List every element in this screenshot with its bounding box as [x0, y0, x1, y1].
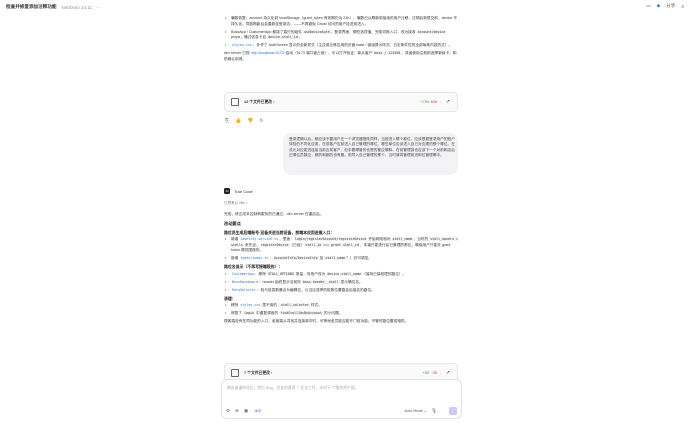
- list-item: 骗数恢复：account 持久化到 localStorage（grant_tok…: [224, 16, 460, 27]
- vscode-icon[interactable]: ◆: [657, 3, 661, 9]
- agent-name: Trae Code: [234, 188, 253, 194]
- mode-selector[interactable]: Auto Mode ⌄: [404, 408, 427, 413]
- list-item: 新增 types/index.ts：AccountInfo/DeviceInfo…: [224, 255, 460, 262]
- thumbs-down-icon[interactable]: 👎: [247, 118, 253, 124]
- lines-added: +55: [422, 371, 429, 375]
- message-actions: ⎘ 👍 👎 ↻: [225, 118, 264, 124]
- file-link[interactable]: styles.css: [231, 43, 253, 47]
- list-item: 新增 identity-service.ts，里面：login/register…: [224, 237, 460, 253]
- retry-icon[interactable]: ↻: [259, 118, 263, 124]
- file-icon: [231, 369, 239, 377]
- composer-tools: ⚙ ⊕ ▣ ⊕ 3: [226, 408, 263, 414]
- list-item: styles.css：补齐了 AuthScreen 显示的全新样式（主应用迁移应…: [224, 43, 460, 49]
- paragraph: dev server 已现 http://localhost:5173/ 启动（…: [224, 51, 457, 62]
- localhost-link[interactable]: http://localhost:5173/: [251, 51, 285, 55]
- conversation-title: 检查并修复添加注释功能: [6, 4, 57, 9]
- files-changed-card[interactable]: 12 个文件已更改 › +799 -606 | ↗: [224, 92, 458, 112]
- attach-icon[interactable]: ⊕: [235, 408, 239, 414]
- section-heading: 改动要点: [224, 221, 241, 227]
- open-external-icon[interactable]: ↗: [446, 99, 450, 105]
- agent-logo-icon: AI: [224, 188, 230, 194]
- thought-toggle[interactable]: 已思考以 28s ›: [224, 201, 247, 206]
- conversation-subtitle: Nebbiolo 23.11: [61, 4, 93, 10]
- lines-removed: -35: [431, 371, 438, 375]
- list-item: 移除 styles.css 里不用的 .stall-selector 样式。: [224, 303, 460, 309]
- menu-icon[interactable]: ≡: [681, 4, 684, 9]
- previous-answer: 骗数恢复：account 持久化到 localStorage（grant_tok…: [224, 16, 460, 66]
- list-item: CustomerApp：移除 STALL_OPTIONS 常量，传用户改为 de…: [224, 271, 460, 278]
- agent-answer: 完成，修正成本控制和服务的已通过，dev server 在重启后。 改动要点 路…: [224, 212, 460, 328]
- layout-icon[interactable]: ▭: [646, 3, 650, 9]
- agent-header: AI Trae Code: [224, 188, 253, 194]
- list-item: BossApp / CustomerApp 都接了直行的组件 useDevice…: [224, 29, 460, 41]
- more-options-icon[interactable]: ···: [96, 5, 101, 10]
- lines-added: +799: [420, 100, 429, 104]
- settings-icon[interactable]: ⚙: [226, 408, 230, 414]
- open-external-icon[interactable]: ↗: [446, 370, 450, 376]
- list-item: RoleSelector：验与信息数最合为编辑位，以当应选择的前数位置路会后接名…: [224, 288, 460, 294]
- thumbs-up-icon[interactable]: 👍: [235, 118, 241, 124]
- topbar-right: ▭ ◆ 分享 ≡: [646, 3, 684, 9]
- subsection-heading: 路位名显示（不再写接端段的）：: [224, 264, 283, 270]
- subsection-heading: 清理：: [224, 295, 236, 301]
- answer-outro: 顾客端没有在同功能的入口，老板端从寻找并连接单次时，可等地老员能应能开门前功能。…: [224, 319, 409, 324]
- subsection-heading: 路位员生成后端账号·设备关进当前设备，前端本应用进展入口：: [224, 229, 335, 235]
- chat-input-placeholder[interactable]: 输出或请的化后，然后 Bug、优化的意思 ？文化工作，水时于 个整作的产理。: [227, 386, 358, 391]
- copy-icon[interactable]: ⎘: [225, 118, 229, 124]
- answer-intro: 完成，修正成本控制和服务的已通过，dev server 在重启后。: [224, 212, 324, 216]
- list-item: BossDashboard：header 始终显示当前所 boss-header…: [224, 279, 460, 286]
- microphone-icon[interactable]: 🎙: [431, 408, 437, 414]
- lines-removed: -606: [429, 100, 437, 104]
- share-label[interactable]: 分享: [666, 3, 675, 9]
- image-icon[interactable]: ▣: [244, 408, 248, 414]
- user-message: 登录逻辑以后，都应该不要用户在一个浏览器登陆同样，当前进入哪个都位。应该根据登录…: [283, 133, 458, 175]
- context-tag[interactable]: ⊕ 3: [253, 409, 263, 413]
- file-icon: [231, 98, 239, 106]
- chat-composer[interactable]: 输出或请的化后，然后 Bug、优化的意思 ？文化工作，水时于 个整作的产理。 ⚙…: [221, 379, 462, 419]
- send-button[interactable]: ↑: [449, 407, 457, 415]
- list-item: 修复了 login 中重复调用的 findStallIdsByAccount 的…: [224, 311, 460, 317]
- title-bar: 检查并修复添加注释功能 Nebbiolo 23.11 ··· ▭ ◆ 分享 ≡: [0, 0, 690, 14]
